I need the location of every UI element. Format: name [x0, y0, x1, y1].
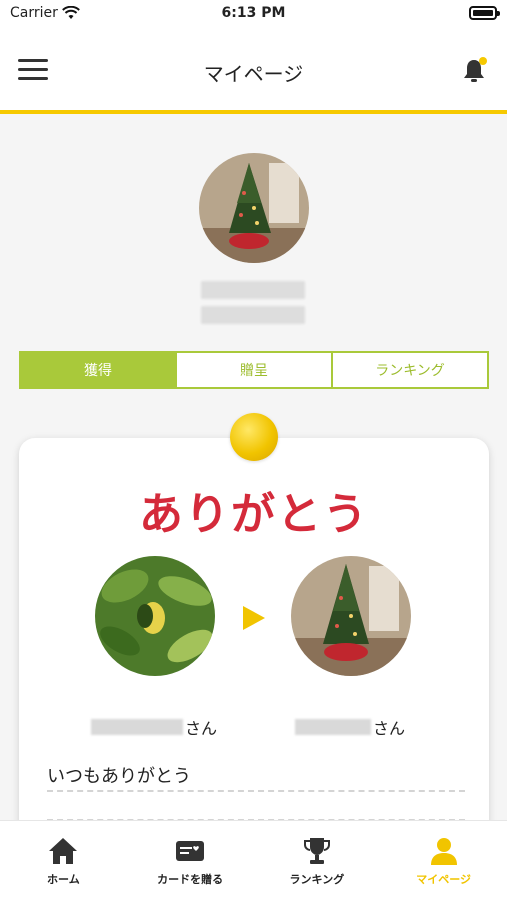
- receiver-suffix: さん: [373, 719, 406, 738]
- tabbar-mypage-label: マイページ: [416, 873, 472, 886]
- tab-sent[interactable]: 贈呈: [175, 353, 331, 387]
- home-icon: [49, 838, 78, 864]
- tabbar-ranking-label: ランキング: [289, 873, 345, 886]
- sender-name-redacted: [91, 719, 183, 735]
- card-message: いつもありがとう: [47, 766, 191, 787]
- arrow-right-icon: [243, 606, 265, 630]
- tab-received[interactable]: 獲得: [21, 353, 175, 387]
- profile-dept-redacted: [201, 306, 305, 324]
- coin-icon: [230, 413, 278, 461]
- card-icon: [176, 841, 205, 861]
- message-underline: [47, 790, 465, 792]
- page-title: マイページ: [203, 62, 304, 86]
- receiver-name-redacted: [295, 719, 371, 735]
- tabbar-home-label: ホーム: [47, 873, 80, 886]
- battery-icon: [469, 6, 500, 20]
- tabbar-ranking[interactable]: ランキング: [254, 821, 381, 900]
- sender-avatar: [95, 556, 215, 676]
- sender-suffix: さん: [185, 719, 218, 738]
- receiver-avatar: [291, 556, 411, 676]
- card-title: ありがとう: [139, 489, 369, 540]
- navigation-bar: マイページ: [0, 28, 507, 114]
- bell-icon[interactable]: [459, 56, 489, 86]
- tabbar-send-card[interactable]: カードを贈る: [127, 821, 254, 900]
- tab-ranking[interactable]: ランキング: [331, 353, 487, 387]
- thanks-card[interactable]: ありがとう さん さん いつもありがとう: [19, 438, 489, 858]
- bottom-tab-bar: ホーム カードを贈る ランキング マイページ: [0, 820, 507, 900]
- history-tabs: 獲得 贈呈 ランキング: [19, 351, 489, 389]
- tabbar-mypage[interactable]: マイページ: [380, 821, 507, 900]
- person-icon: [430, 838, 457, 865]
- profile-name-redacted: [201, 281, 305, 299]
- sender-name: さん: [91, 715, 217, 739]
- tabbar-home[interactable]: ホーム: [0, 821, 127, 900]
- receiver-name: さん: [295, 715, 405, 739]
- trophy-icon: [303, 838, 330, 864]
- status-time: 6:13 PM: [221, 5, 286, 21]
- profile-avatar: [199, 153, 309, 263]
- status-bar: Carrier 6:13 PM: [0, 0, 507, 28]
- tabbar-send-card-label: カードを贈る: [157, 873, 224, 886]
